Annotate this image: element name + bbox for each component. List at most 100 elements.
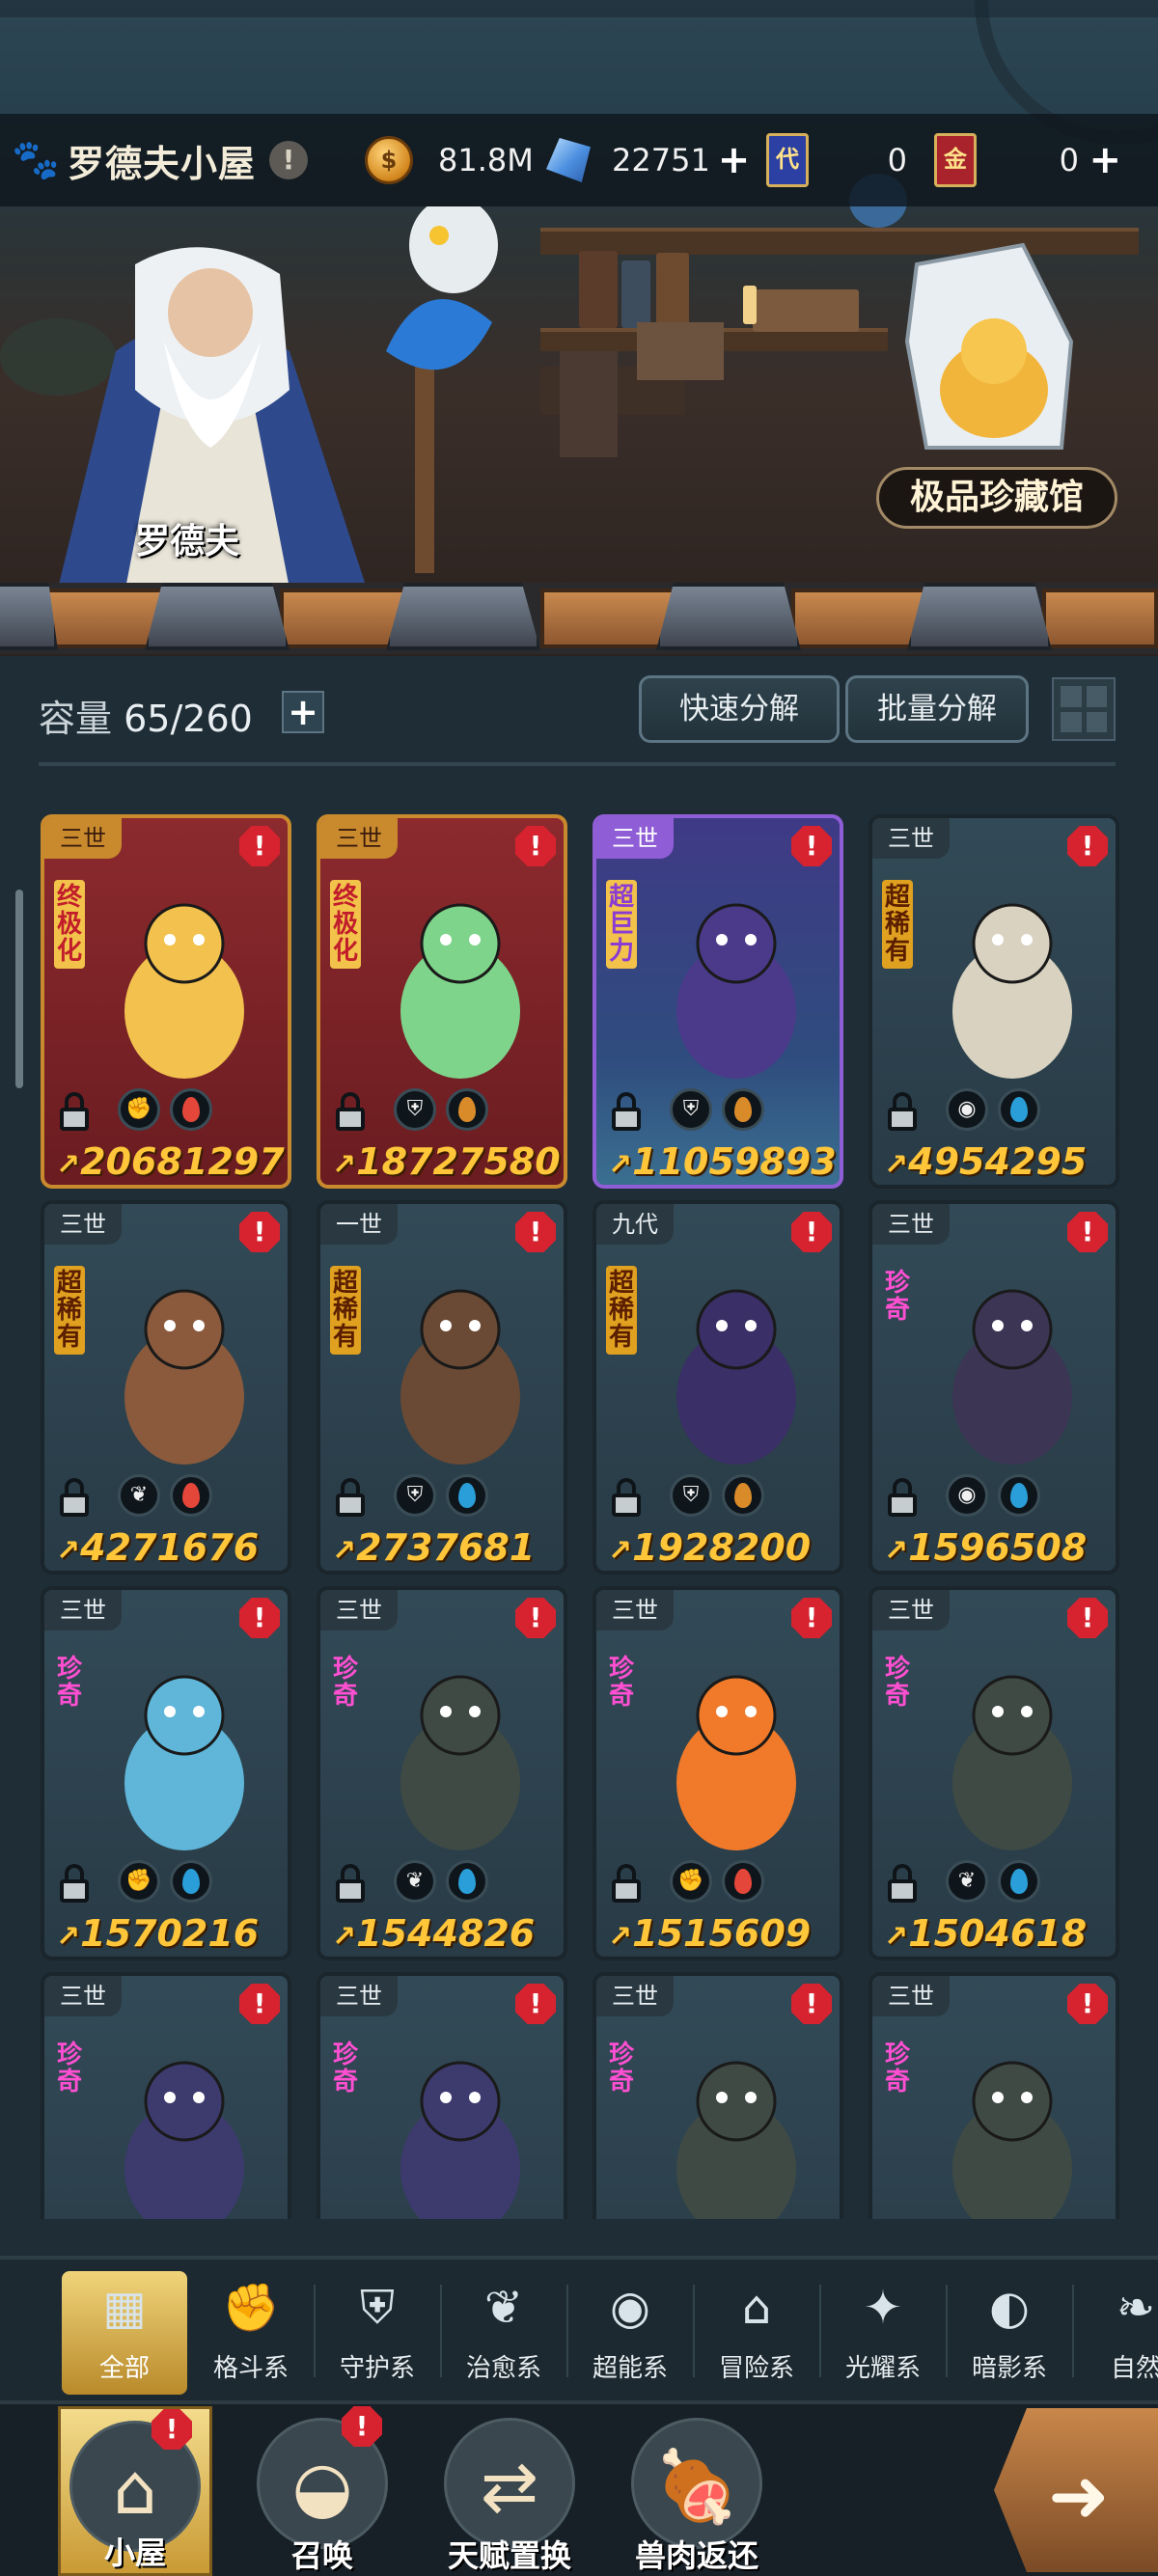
monster-card[interactable]: 三世! 终极化 ⛨ ↗18727580 — [317, 814, 567, 1189]
category-label: 光耀系 — [844, 2354, 921, 2383]
monster-card[interactable]: 三世! 超稀有 ❦ ↗4271676 — [41, 1200, 291, 1575]
power-value: ↗1596508 — [884, 1526, 1087, 1569]
add-gems-button[interactable]: + — [718, 141, 751, 179]
batch-decompose-button[interactable]: 批量分解 — [845, 675, 1029, 743]
quick-decompose-button[interactable]: 快速分解 — [639, 675, 840, 743]
category-label: 暗影系 — [971, 2354, 1047, 2383]
lock-icon[interactable] — [58, 1864, 91, 1903]
rarity-tag: 珍奇 — [884, 1655, 910, 1711]
water-element-icon — [446, 1474, 488, 1517]
lock-icon[interactable] — [334, 1478, 367, 1517]
rarity-tag: 超稀有 — [882, 880, 913, 969]
rarity-tag: 终极化 — [330, 880, 361, 969]
generation-tag: 三世 — [320, 818, 398, 859]
alert-icon: ! — [239, 1212, 280, 1252]
generation-tag: 一世 — [320, 1204, 398, 1245]
generation-tag: 三世 — [872, 1204, 950, 1245]
monster-card[interactable]: 三世! 终极化 ✊ ↗20681297 — [41, 814, 291, 1189]
power-number: 1928200 — [632, 1526, 812, 1569]
category-tab[interactable]: ✦ 光耀系 — [820, 2271, 948, 2395]
monster-portrait — [676, 1289, 796, 1465]
power-icon: ↗ — [332, 1534, 357, 1568]
grid-view-icon[interactable] — [1052, 677, 1116, 741]
generation-tag: 三世 — [872, 1976, 950, 2016]
category-tab[interactable]: ⛨ 守护系 — [315, 2271, 442, 2395]
rarity-tag: 终极化 — [54, 880, 85, 969]
fire-element-icon — [170, 1088, 212, 1131]
rarity-tag: 珍奇 — [56, 1655, 82, 1711]
rarity-tag: 珍奇 — [332, 2041, 358, 2096]
category-tab[interactable]: ⌂ 冒险系 — [694, 2271, 821, 2395]
lock-icon[interactable] — [334, 1092, 367, 1131]
nav-item[interactable]: ⇄ 天赋置换 — [432, 2406, 587, 2576]
monster-card[interactable]: 三世! 珍奇 ✊ ↗1570216 — [41, 1586, 291, 1960]
power-icon: ↗ — [332, 1148, 357, 1182]
monster-card[interactable]: 三世! 珍奇 — [593, 1972, 843, 2219]
monster-card[interactable]: 三世! 珍奇 — [868, 1972, 1119, 2219]
category-label: 全部 — [98, 2354, 150, 2383]
exclamation-icon[interactable]: ! — [269, 141, 309, 179]
alert-icon: ! — [515, 1598, 556, 1638]
nav-item[interactable]: ⌂ 小屋! — [58, 2406, 212, 2576]
monster-portrait — [676, 2061, 796, 2219]
museum-button[interactable]: 极品珍藏馆 — [876, 467, 1117, 529]
generation-tag: 三世 — [596, 1976, 674, 2016]
rarity-tag: 珍奇 — [884, 1269, 910, 1325]
nav-label: 兽肉返还 — [634, 2537, 758, 2574]
forward-arrow-button[interactable]: ➜ — [994, 2408, 1158, 2572]
shield-icon: ⛨ — [670, 1474, 712, 1517]
monster-card[interactable]: 九代! 超稀有 ⛨ ↗1928200 — [593, 1200, 843, 1575]
monster-card[interactable]: 一世! 超稀有 ⛨ ↗2737681 — [317, 1200, 567, 1575]
leaf-icon: ❧ — [1116, 2281, 1156, 2335]
fist-icon: ✊ — [118, 1860, 160, 1903]
alert-icon: ! — [791, 1598, 832, 1638]
water-element-icon — [998, 1474, 1040, 1517]
alert-icon: ! — [1067, 1598, 1108, 1638]
monster-card[interactable]: 三世! 珍奇 ✊ ↗1515609 — [593, 1586, 843, 1960]
add-tickets-button[interactable]: + — [1089, 141, 1121, 179]
power-value: ↗4954295 — [884, 1140, 1087, 1183]
top-resource-bar: 🐾 罗德夫小屋 ! $ 81.8M 22751 + 代 0 金 0 + — [0, 114, 1158, 206]
alert-icon: ! — [515, 1212, 556, 1252]
lock-icon[interactable] — [58, 1478, 91, 1517]
category-tab[interactable]: ▦ 全部 — [62, 2271, 187, 2395]
power-icon: ↗ — [608, 1920, 633, 1954]
lock-icon[interactable] — [610, 1478, 643, 1517]
water-element-icon — [170, 1860, 212, 1903]
monster-portrait — [676, 903, 796, 1079]
lock-icon[interactable] — [334, 1864, 367, 1903]
lock-icon[interactable] — [886, 1478, 919, 1517]
monster-card[interactable]: 三世! 超稀有 ◉ ↗4954295 — [868, 814, 1119, 1189]
coin-resource: $ 81.8M — [365, 114, 534, 206]
lock-icon[interactable] — [886, 1864, 919, 1903]
monster-portrait — [952, 1289, 1072, 1465]
monster-card[interactable]: 三世! 超巨力 ⛨ ↗11059893 — [593, 814, 843, 1189]
generation-tag: 三世 — [596, 818, 674, 859]
power-value: ↗1570216 — [56, 1912, 259, 1955]
category-tab[interactable]: ◉ 超能系 — [567, 2271, 695, 2395]
monster-card[interactable]: 三世! 珍奇 — [317, 1972, 567, 2219]
blue-ticket-resource: 代 0 — [766, 114, 921, 206]
power-number: 4271676 — [80, 1526, 260, 1569]
category-tab[interactable]: ❧ 自然 — [1073, 2271, 1158, 2395]
expand-capacity-button[interactable]: + — [282, 691, 324, 733]
category-tab[interactable]: ❦ 治愈系 — [441, 2271, 568, 2395]
category-tab[interactable]: ◐ 暗影系 — [947, 2271, 1074, 2395]
lock-icon[interactable] — [886, 1092, 919, 1131]
monster-card[interactable]: 三世! 珍奇 — [41, 1972, 291, 2219]
nav-item[interactable]: ◒ 召唤! — [245, 2406, 400, 2576]
monster-card[interactable]: 三世! 珍奇 ❦ ↗1504618 — [868, 1586, 1119, 1960]
generation-tag: 九代 — [596, 1204, 674, 1245]
power-value: ↗2737681 — [332, 1526, 535, 1569]
lock-icon[interactable] — [58, 1092, 91, 1131]
blue-card-icon: 代 — [766, 133, 809, 187]
monster-portrait — [952, 1675, 1072, 1850]
lock-icon[interactable] — [610, 1092, 643, 1131]
monster-card[interactable]: 三世! 珍奇 ◉ ↗1596508 — [868, 1200, 1119, 1575]
stone-ledge — [0, 583, 1158, 654]
category-tab[interactable]: ✊ 格斗系 — [188, 2271, 316, 2395]
nav-item[interactable]: 🍖 兽肉返还 — [620, 2406, 774, 2576]
sprout-icon: ❦ — [483, 2281, 524, 2335]
monster-card[interactable]: 三世! 珍奇 ❦ ↗1544826 — [317, 1586, 567, 1960]
lock-icon[interactable] — [610, 1864, 643, 1903]
